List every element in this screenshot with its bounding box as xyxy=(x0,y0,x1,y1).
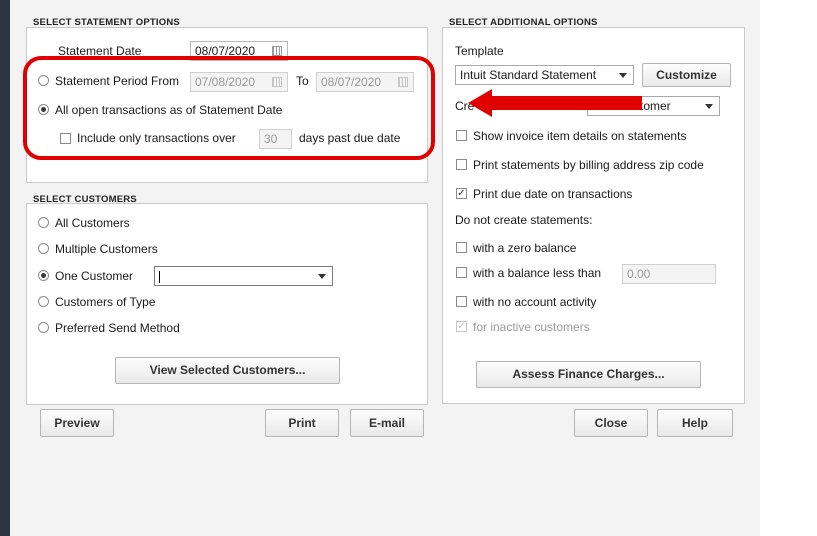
calendar-icon[interactable] xyxy=(272,46,282,56)
balance-less-than-checkbox[interactable] xyxy=(456,267,467,278)
customers-of-type-radio[interactable] xyxy=(38,296,49,307)
show-invoice-details-checkbox[interactable] xyxy=(456,130,467,141)
print-by-zip-checkbox[interactable] xyxy=(456,159,467,170)
balance-amount-field[interactable]: 0.00 xyxy=(622,264,716,284)
print-button[interactable]: Print xyxy=(265,409,339,437)
help-button[interactable]: Help xyxy=(657,409,733,437)
preferred-send-method-label: Preferred Send Method xyxy=(55,321,180,335)
background-window-edge xyxy=(0,0,10,536)
one-customer-radio[interactable] xyxy=(38,270,49,281)
one-customer-label: One Customer xyxy=(55,269,134,283)
show-invoice-details-label: Show invoice item details on statements xyxy=(473,129,687,143)
zero-balance-checkbox[interactable] xyxy=(456,242,467,253)
preferred-send-method-radio[interactable] xyxy=(38,322,49,333)
no-account-activity-checkbox[interactable] xyxy=(456,296,467,307)
zero-balance-label: with a zero balance xyxy=(473,241,577,255)
no-account-activity-label: with no account activity xyxy=(473,295,597,309)
chevron-down-icon[interactable] xyxy=(619,73,627,78)
print-due-date-label: Print due date on transactions xyxy=(473,187,633,201)
customize-button[interactable]: Customize xyxy=(642,63,731,87)
preview-button[interactable]: Preview xyxy=(40,409,114,437)
one-customer-combo[interactable] xyxy=(154,266,333,286)
inactive-customers-label: for inactive customers xyxy=(473,320,590,334)
balance-amount-value: 0.00 xyxy=(627,267,651,281)
customers-of-type-label: Customers of Type xyxy=(55,295,156,309)
empty-area xyxy=(760,0,817,536)
balance-less-than-label: with a balance less than xyxy=(473,266,602,280)
view-selected-customers-button[interactable]: View Selected Customers... xyxy=(115,357,340,384)
assess-finance-charges-button[interactable]: Assess Finance Charges... xyxy=(476,361,701,388)
chevron-down-icon[interactable] xyxy=(705,104,713,109)
print-by-zip-label: Print statements by billing address zip … xyxy=(473,158,704,172)
text-cursor xyxy=(159,270,160,283)
red-highlight-box xyxy=(23,56,435,160)
email-button[interactable]: E-mail xyxy=(350,409,424,437)
checkmark-icon: ✓ xyxy=(457,188,466,199)
checkmark-icon: ✓ xyxy=(457,321,466,332)
close-button[interactable]: Close xyxy=(574,409,648,437)
red-arrow-annotation xyxy=(468,89,642,117)
multiple-customers-radio[interactable] xyxy=(38,243,49,254)
statement-options-title: SELECT STATEMENT OPTIONS xyxy=(33,17,180,28)
customers-title: SELECT CUSTOMERS xyxy=(33,194,137,205)
chevron-down-icon[interactable] xyxy=(318,274,326,279)
template-combo[interactable]: Intuit Standard Statement xyxy=(455,65,634,85)
template-label: Template xyxy=(455,44,504,58)
print-due-date-checkbox[interactable]: ✓ xyxy=(456,188,467,199)
multiple-customers-label: Multiple Customers xyxy=(55,242,158,256)
additional-options-title: SELECT ADDITIONAL OPTIONS xyxy=(449,17,598,28)
inactive-customers-checkbox[interactable]: ✓ xyxy=(456,321,467,332)
template-value: Intuit Standard Statement xyxy=(460,68,597,82)
do-not-create-label: Do not create statements: xyxy=(455,213,593,227)
all-customers-radio[interactable] xyxy=(38,217,49,228)
all-customers-label: All Customers xyxy=(55,216,130,230)
